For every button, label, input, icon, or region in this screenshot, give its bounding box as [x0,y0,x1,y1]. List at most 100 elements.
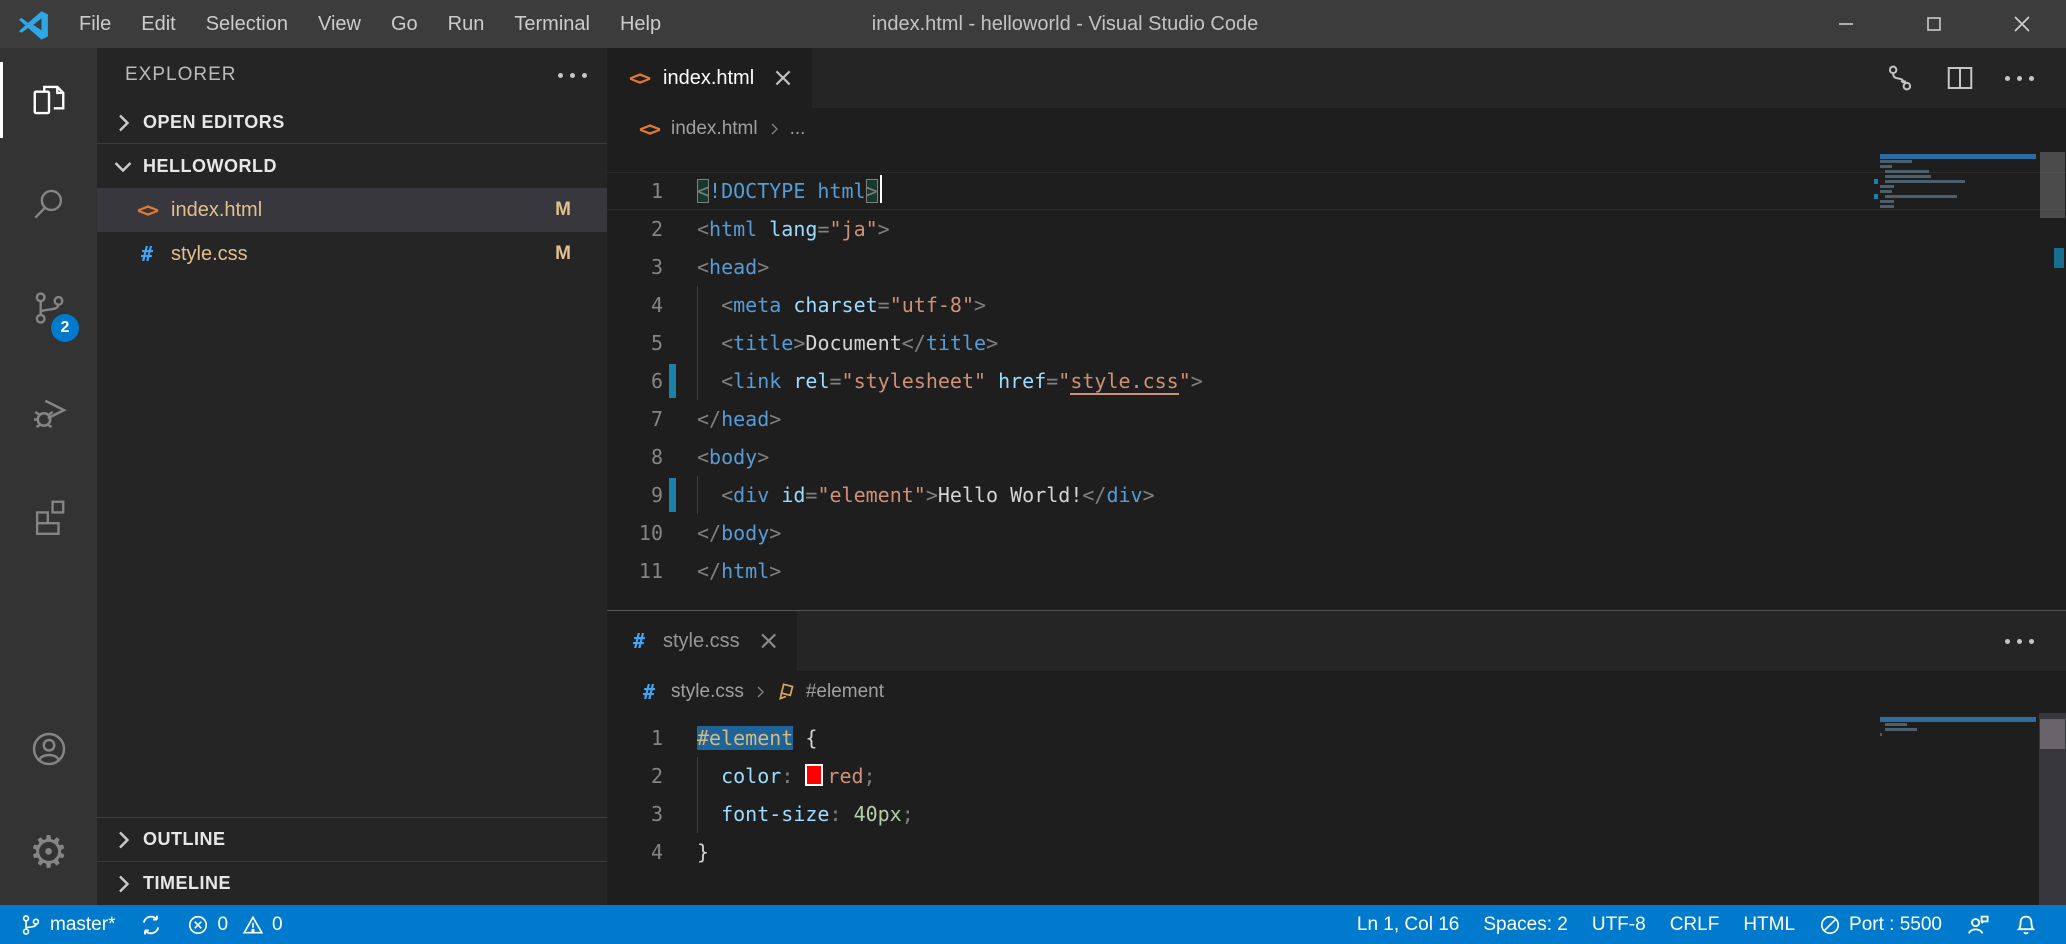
breadcrumb-file[interactable]: style.css [671,681,744,703]
folder-section[interactable]: HELLOWORLD [97,144,607,188]
workbench: 2 [0,48,2066,905]
menu-run[interactable]: Run [433,0,500,48]
menu-help[interactable]: Help [605,0,676,48]
code-editor-css[interactable]: 1#element {2 color: red;3 font-size: 40p… [607,713,2066,905]
minimap[interactable] [1874,154,2036,209]
sync-status[interactable] [127,905,175,944]
minimap[interactable] [1874,717,2036,737]
status-bar: master* 0 0 Ln 1, Col 16 Spaces: 2 UTF-8… [0,905,2066,944]
accounts-button[interactable] [0,697,97,801]
breadcrumbs: # style.css #element [607,671,2066,713]
line-number: 3 [607,795,663,833]
line-number: 2 [607,757,663,795]
code-line[interactable]: 3 font-size: 40px; [607,795,2066,833]
more-actions-icon[interactable] [2005,639,2034,644]
code-line[interactable]: 5 <title>Document</title> [607,324,2066,362]
code-line[interactable]: 2 color: red; [607,757,2066,795]
settings-button[interactable]: ⚙ [0,801,97,905]
code-line[interactable]: 1<!DOCTYPE html> [607,172,2066,210]
search-activity-button[interactable] [0,152,97,256]
line-number: 7 [607,400,663,438]
cursor-position-status[interactable]: Ln 1, Col 16 [1345,905,1471,944]
tab-index-html[interactable]: <> index.html × [607,48,812,108]
extensions-activity-button[interactable] [0,464,97,568]
menu-go[interactable]: Go [376,0,433,48]
minimize-button[interactable] [1802,0,1890,48]
code-line[interactable]: 10</body> [607,514,2066,552]
editor-actions [2005,611,2066,671]
language-mode-status[interactable]: HTML [1731,905,1807,944]
html-file-icon: <> [625,66,653,90]
code-line[interactable]: 6 <link rel="stylesheet" href="style.css… [607,362,2066,400]
gear-icon: ⚙ [29,831,68,875]
branch-status[interactable]: master* [16,905,127,944]
menu-selection[interactable]: Selection [191,0,303,48]
menu-view[interactable]: View [303,0,376,48]
code-line[interactable]: 2<html lang="ja"> [607,210,2066,248]
breadcrumb-symbol[interactable]: #element [806,681,884,703]
code-line[interactable]: 4 <meta charset="utf-8"> [607,286,2066,324]
scrollbar[interactable] [2039,713,2066,905]
breadcrumb-file[interactable]: index.html [671,118,758,140]
live-server-port-status[interactable]: Port : 5500 [1807,905,1954,944]
code-line[interactable]: 8<body> [607,438,2066,476]
indentation-status[interactable]: Spaces: 2 [1471,905,1580,944]
scrollbar[interactable] [2039,150,2066,610]
chevron-down-icon [111,154,135,178]
more-actions-icon[interactable] [2005,76,2034,81]
open-editors-section[interactable]: OPEN EDITORS [97,102,607,144]
status-bar-right: Ln 1, Col 16 Spaces: 2 UTF-8 CRLF HTML P… [1345,905,2050,944]
menu-terminal[interactable]: Terminal [499,0,605,48]
close-tab-icon[interactable]: × [772,65,794,91]
explorer-activity-button[interactable] [0,48,97,152]
editor-actions [1885,48,2066,108]
editor-group-css: # style.css × # style.css #element [607,610,2066,905]
explorer-more-actions-icon[interactable] [558,73,587,78]
eol-status[interactable]: CRLF [1658,905,1732,944]
code-editor-html[interactable]: 1<!DOCTYPE html>2<html lang="ja">3<head>… [607,150,2066,610]
tab-label: style.css [663,630,740,653]
files-icon [30,81,68,119]
breadcrumb-symbol[interactable]: ... [790,118,806,140]
code-line[interactable]: 1#element { [607,719,2066,757]
outline-section[interactable]: OUTLINE [97,817,607,861]
close-tab-icon[interactable]: × [758,628,780,654]
tab-style-css[interactable]: # style.css × [607,611,797,671]
line-number: 3 [607,248,663,286]
code-line[interactable]: 7</head> [607,400,2066,438]
code-line[interactable]: 3<head> [607,248,2066,286]
encoding-status[interactable]: UTF-8 [1580,905,1658,944]
editor-area: <> index.html × [607,48,2066,905]
code-line[interactable]: 11</html> [607,552,2066,590]
bell-icon [2014,913,2038,937]
timeline-section[interactable]: TIMELINE [97,861,607,905]
editor-group-html: <> index.html × [607,48,2066,610]
close-button[interactable] [1978,0,2066,48]
feedback-status[interactable] [1954,905,2002,944]
modified-gutter-bar [669,364,676,398]
scrollbar-thumb[interactable] [2040,152,2065,218]
run-debug-activity-button[interactable] [0,360,97,464]
open-changes-icon[interactable] [1885,63,1915,93]
scrollbar-thumb[interactable] [2040,719,2065,749]
source-control-activity-button[interactable]: 2 [0,256,97,360]
file-item-index-html[interactable]: <> index.html M [97,188,607,232]
open-editors-label: OPEN EDITORS [143,112,285,133]
css-selector-symbol-icon [776,681,798,703]
account-icon [29,729,69,769]
overview-ruler-modified-mark [2054,248,2064,268]
split-editor-icon[interactable] [1945,63,1975,93]
code-line[interactable]: 9 <div id="element">Hello World!</div> [607,476,2066,514]
css-file-icon: # [635,680,663,704]
warnings-icon [242,914,264,936]
modified-badge: M [555,199,571,221]
line-number: 9 [607,476,663,514]
problems-status[interactable]: 0 0 [175,905,294,944]
maximize-button[interactable] [1890,0,1978,48]
menu-file[interactable]: File [64,0,126,48]
notifications-status[interactable] [2002,905,2050,944]
source-control-badge: 2 [51,314,79,342]
file-item-style-css[interactable]: # style.css M [97,232,607,276]
menu-edit[interactable]: Edit [126,0,190,48]
code-line[interactable]: 4} [607,833,2066,871]
